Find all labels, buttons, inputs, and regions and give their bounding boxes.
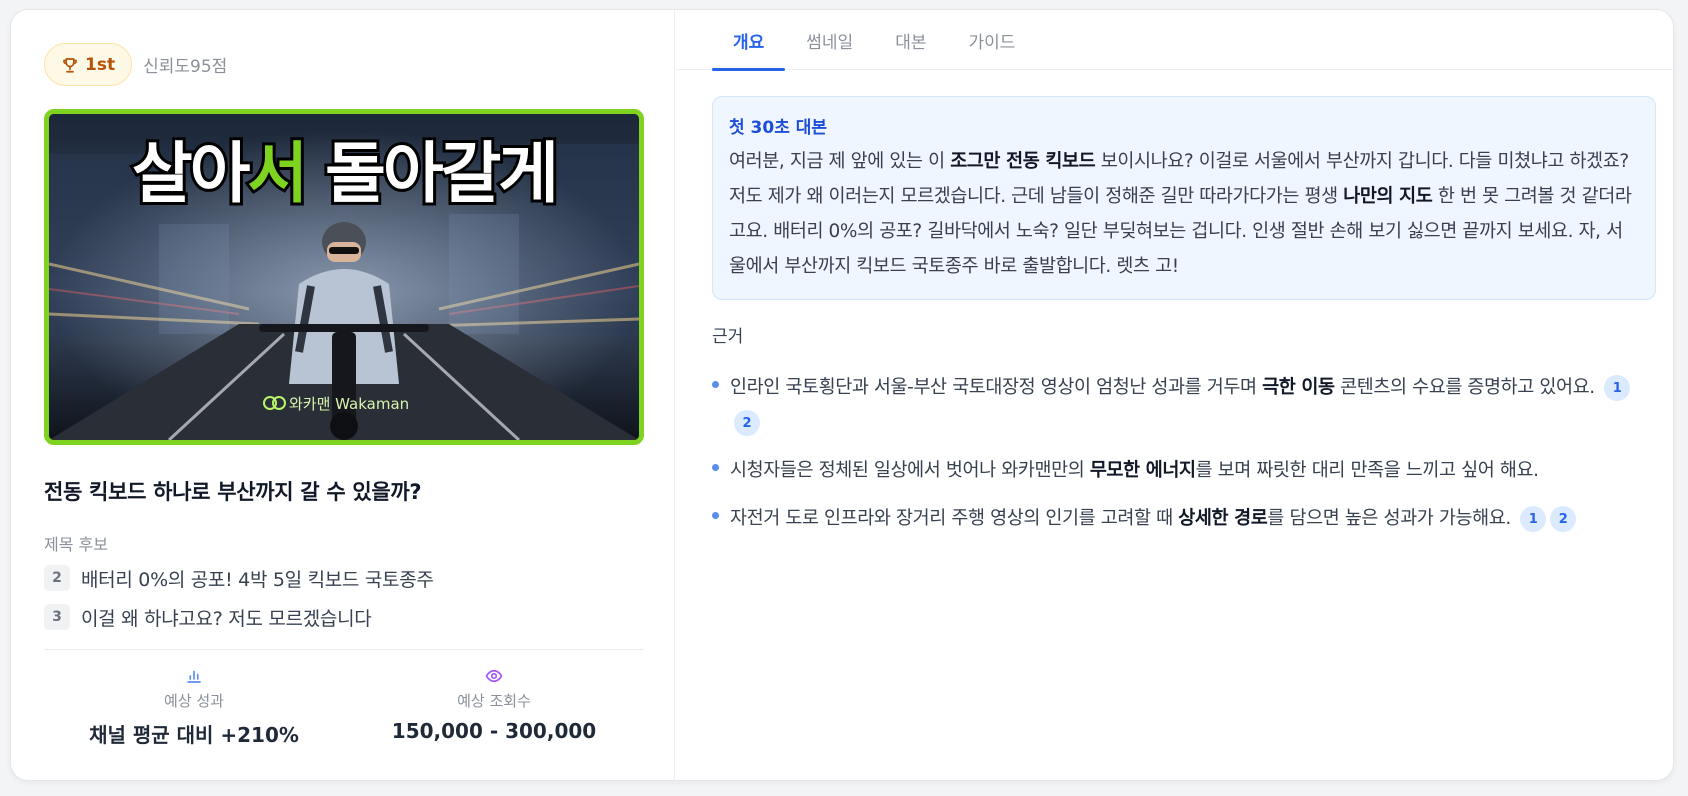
evidence-list: 인라인 국토횡단과 서울-부산 국토대장정 영상이 엄청난 성과를 거두며 극한…	[712, 370, 1656, 549]
tab-script[interactable]: 대본	[874, 10, 947, 70]
script-body: 여러분, 지금 제 앞에 있는 이 조그만 전동 킥보드 보이시나요? 이걸로 …	[729, 144, 1639, 284]
tab-bar: 개요 썸네일 대본 가이드	[676, 10, 1673, 71]
metric-label: 예상 조회수	[457, 692, 531, 710]
script-text: 여러분, 지금 제 앞에 있는 이	[729, 151, 951, 172]
divider	[44, 649, 644, 650]
evidence-text: 인라인 국토횡단과 서울-부산 국토대장정 영상이 엄청난 성과를 거두며	[730, 377, 1263, 398]
metric-performance: 예상 성과 채널 평균 대비 +210%	[44, 666, 344, 748]
video-title: 전동 킥보드 하나로 부산까지 갈 수 있을까?	[44, 480, 422, 504]
evidence-emphasis: 상세한 경로	[1178, 508, 1268, 529]
evidence-text: 시청자들은 정체된 일상에서 벗어나 와카맨만의	[730, 460, 1090, 481]
evidence-text: 를 보며 짜릿한 대리 만족을 느끼고 싶어 해요.	[1195, 460, 1539, 481]
citation-badge[interactable]: 1	[1520, 506, 1547, 532]
evidence-text: 자전거 도로 인프라와 장거리 주행 영상의 인기를 고려할 때	[730, 508, 1179, 529]
bullet-icon	[712, 512, 719, 519]
thumbnail-image[interactable]: 살아서 돌아갈게 와카맨 Wakaman	[44, 109, 644, 445]
trophy-icon	[63, 57, 77, 73]
citation-badge[interactable]: 1	[1604, 375, 1631, 401]
bullet-icon	[712, 464, 719, 471]
tab-guide[interactable]: 가이드	[947, 10, 1036, 70]
thumbnail-watermark: 와카맨 Wakaman	[289, 395, 409, 413]
title-candidates-list: 2 배터리 0%의 공포! 4박 5일 킥보드 국토종주 3 이걸 왜 하냐고요…	[44, 565, 434, 643]
evidence-emphasis: 극한 이동	[1262, 377, 1335, 398]
citation-badge[interactable]: 2	[734, 410, 760, 436]
metric-value: 150,000 - 300,000	[391, 719, 597, 743]
left-panel: 1st 신뢰도95점 살아서 돌아갈게 와카맨 Wakaman 전동 킥보드 하…	[11, 10, 675, 780]
right-panel: 개요 썸네일 대본 가이드 첫 30초 대본 여러분, 지금 제 앞에 있는 이…	[676, 10, 1673, 780]
thumbnail-headline-highlight: 서	[247, 135, 305, 212]
tab-thumbnail[interactable]: 썸네일	[785, 10, 874, 70]
thumbnail-headline-part2: 돌아갈게	[305, 135, 556, 212]
opening-script-box: 첫 30초 대본 여러분, 지금 제 앞에 있는 이 조그만 전동 킥보드 보이…	[712, 96, 1656, 300]
title-candidates-label: 제목 후보	[44, 535, 108, 554]
citation-badge[interactable]: 2	[1550, 506, 1577, 532]
script-title: 첫 30초 대본	[729, 118, 828, 138]
rank-badge-label: 1st	[85, 54, 116, 75]
trust-score: 신뢰도95점	[143, 57, 228, 77]
candidate-text: 배터리 0%의 공포! 4박 5일 킥보드 국토종주	[81, 568, 434, 591]
evidence-label: 근거	[712, 327, 744, 347]
evidence-item: 시청자들은 정체된 일상에서 벗어나 와카맨만의 무모한 에너지를 보며 짜릿한…	[712, 453, 1656, 488]
eye-icon	[485, 669, 503, 683]
rank-badge: 1st	[44, 43, 133, 86]
title-candidate[interactable]: 2 배터리 0%의 공포! 4박 5일 킥보드 국토종주	[44, 565, 434, 591]
bullet-icon	[712, 381, 719, 388]
metric-views: 예상 조회수 150,000 - 300,000	[344, 666, 644, 748]
candidate-number: 2	[44, 565, 70, 591]
candidate-text: 이걸 왜 하냐고요? 저도 모르겠습니다	[81, 607, 372, 630]
rank-row: 1st 신뢰도95점	[44, 43, 227, 86]
thumbnail-illustration: 살아서 돌아갈게 와카맨 Wakaman	[49, 114, 639, 440]
evidence-text: 콘텐츠의 수요를 증명하고 있어요.	[1334, 377, 1595, 398]
svg-text:살아서 돌아갈게: 살아서 돌아갈게	[132, 135, 556, 212]
script-emphasis: 조그만 전동 킥보드	[950, 151, 1096, 172]
evidence-emphasis: 무모한 에너지	[1089, 460, 1196, 481]
thumbnail-headline-part1: 살아	[132, 135, 250, 212]
tab-overview[interactable]: 개요	[712, 10, 786, 71]
evidence-text: 를 담으면 높은 성과가 가능해요.	[1267, 508, 1511, 529]
bar-chart-icon	[187, 670, 201, 683]
evidence-item: 자전거 도로 인프라와 장거리 주행 영상의 인기를 고려할 때 상세한 경로를…	[712, 501, 1656, 536]
metric-value: 채널 평균 대비 +210%	[89, 723, 299, 747]
result-card: 1st 신뢰도95점 살아서 돌아갈게 와카맨 Wakaman 전동 킥보드 하…	[10, 9, 1674, 781]
script-emphasis: 나만의 지도	[1343, 186, 1433, 207]
metric-label: 예상 성과	[164, 692, 224, 710]
title-candidate[interactable]: 3 이걸 왜 하냐고요? 저도 모르겠습니다	[44, 604, 434, 630]
evidence-item: 인라인 국토횡단과 서울-부산 국토대장정 영상이 엄청난 성과를 거두며 극한…	[712, 370, 1656, 440]
candidate-number: 3	[44, 604, 70, 630]
metrics-row: 예상 성과 채널 평균 대비 +210% 예상 조회수 150,000 - 30…	[44, 666, 644, 748]
